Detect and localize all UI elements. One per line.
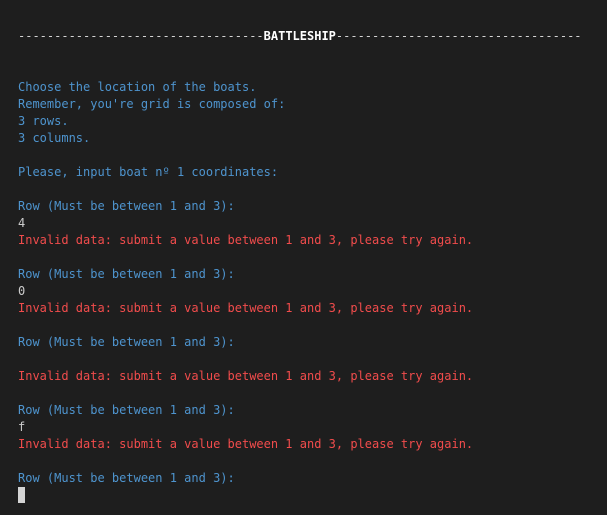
error-message: Invalid data: submit a value between 1 a… (18, 369, 474, 383)
intro-line: Choose the location of the boats. (18, 80, 257, 94)
user-input: 0 (18, 284, 26, 298)
row-prompt: Row (Must be between 1 and 3): (18, 403, 235, 417)
game-title-banner: ----------------------------------BATTLE… (18, 28, 607, 45)
intro-line: 3 columns. (18, 131, 91, 145)
row-prompt: Row (Must be between 1 and 3): (18, 335, 235, 349)
error-message: Invalid data: submit a value between 1 a… (18, 301, 474, 315)
row-prompt: Row (Must be between 1 and 3): (18, 199, 235, 213)
error-message: Invalid data: submit a value between 1 a… (18, 437, 474, 451)
user-input (18, 351, 607, 368)
row-prompt: Row (Must be between 1 and 3): (18, 471, 235, 485)
row-prompt: Row (Must be between 1 and 3): (18, 267, 235, 281)
intro-line: 3 rows. (18, 114, 69, 128)
error-message: Invalid data: submit a value between 1 a… (18, 233, 474, 247)
title-rule-right: ---------------------------------- (335, 29, 582, 43)
boat-prompt: Please, input boat nº 1 coordinates: (18, 165, 279, 179)
user-input: 4 (18, 216, 26, 230)
text-cursor (18, 487, 25, 503)
intro-line: Remember, you're grid is composed of: (18, 97, 286, 111)
user-input: f (18, 420, 26, 434)
input-line[interactable] (18, 487, 607, 504)
terminal-output[interactable]: ----------------------------------BATTLE… (0, 0, 607, 515)
title-rule-left: ---------------------------------- (18, 29, 264, 43)
game-title: BATTLESHIP (263, 29, 336, 43)
